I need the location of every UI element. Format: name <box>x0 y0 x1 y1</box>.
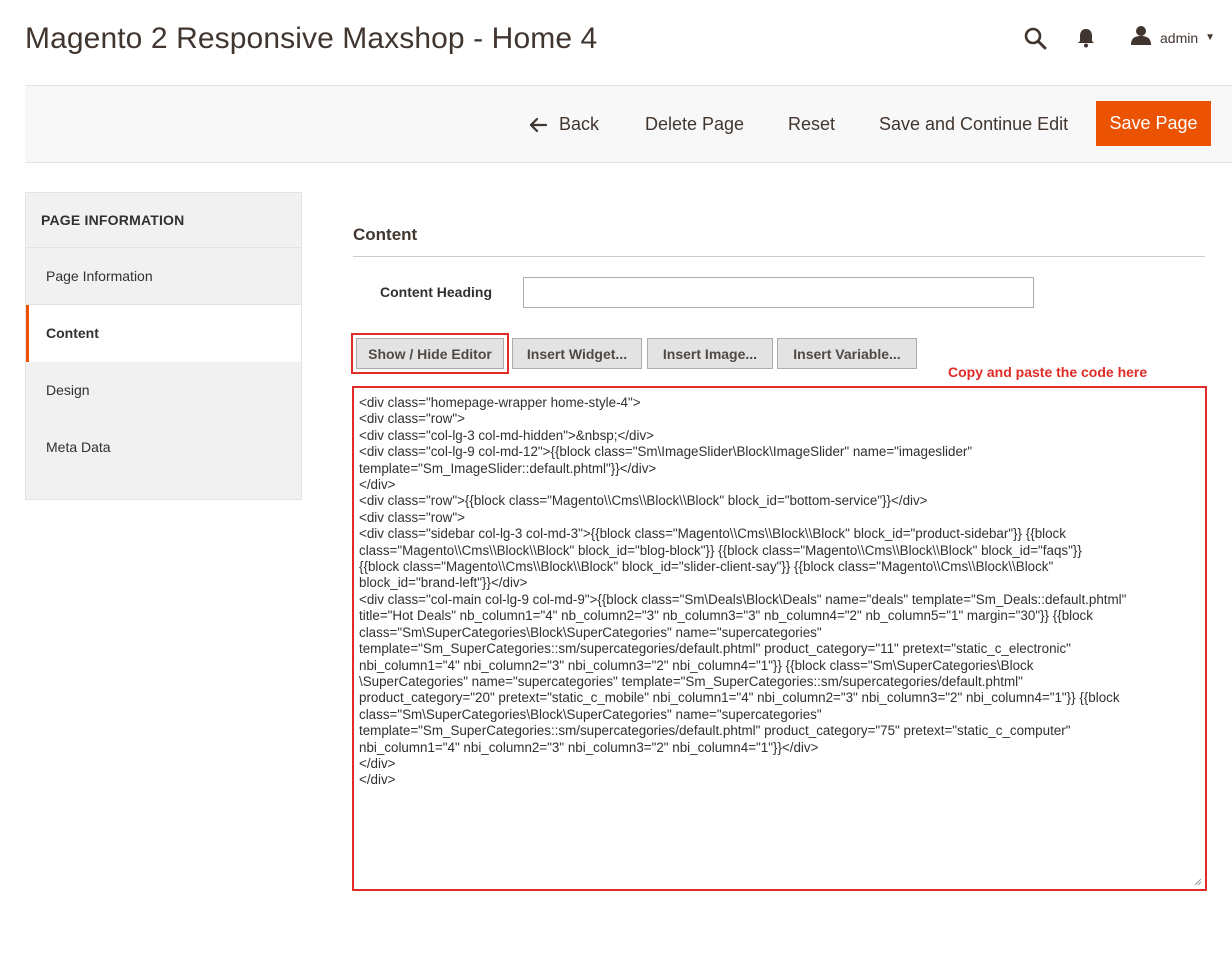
page-title: Magento 2 Responsive Maxshop - Home 4 <box>25 22 598 55</box>
code-line: product_category="20" pretext="static_c_… <box>359 690 1120 706</box>
content-textarea[interactable]: <div class="homepage-wrapper home-style-… <box>352 386 1207 891</box>
reset-button[interactable]: Reset <box>788 114 835 135</box>
sidebar-item-meta-data[interactable]: Meta Data <box>26 419 301 476</box>
back-button[interactable]: Back <box>530 114 599 135</box>
save-page-button[interactable]: Save Page <box>1096 101 1211 146</box>
code-line: <div class="col-main col-lg-9 col-md-9">… <box>359 591 1127 607</box>
code-line: <div class="col-lg-3 col-md-hidden">&nbs… <box>359 427 654 443</box>
user-name: admin <box>1160 29 1199 46</box>
sidebar-item-content[interactable]: Content <box>26 305 301 362</box>
code-text: <div class="homepage-wrapper home-style-… <box>359 395 1200 789</box>
sidebar-title: PAGE INFORMATION <box>26 193 301 248</box>
resize-handle-icon[interactable] <box>1193 877 1202 886</box>
code-line: template="Sm_SuperCategories::sm/superca… <box>359 641 1071 657</box>
back-button-label: Back <box>559 114 600 134</box>
code-line: <div class="row"> <box>359 411 465 427</box>
code-line: nbi_column1="4" nbi_column2="3" nbi_colu… <box>359 739 819 755</box>
code-line: <div class="col-lg-9 col-md-12">{{block … <box>359 444 973 460</box>
code-line: </div> <box>359 755 396 771</box>
code-line: nbi_column1="4" nbi_column2="3" nbi_colu… <box>359 657 1034 673</box>
save-and-continue-button[interactable]: Save and Continue Edit <box>879 114 1068 135</box>
user-menu[interactable]: admin ▼ <box>1130 25 1215 50</box>
code-line: title="Hot Deals" nb_column1="4" nb_colu… <box>359 608 1093 624</box>
code-line: block_id="brand-left"}}</div> <box>359 575 528 591</box>
page-actions-bar: Back Delete Page Reset Save and Continue… <box>25 85 1232 163</box>
insert-widget-button[interactable]: Insert Widget... <box>512 338 642 369</box>
search-icon[interactable] <box>1022 25 1048 51</box>
user-icon <box>1130 25 1152 50</box>
annotation-text: Copy and paste the code here <box>948 364 1148 380</box>
code-line: class="Sm\SuperCategories\Block\SuperCat… <box>359 706 822 722</box>
delete-page-button[interactable]: Delete Page <box>645 114 744 135</box>
code-line: class="Magento\\Cms\\Block\\Block" block… <box>359 542 1082 558</box>
code-line: template="Sm_ImageSlider::default.phtml"… <box>359 460 657 476</box>
code-line: <div class="row"> <box>359 509 465 525</box>
content-heading-input[interactable] <box>523 277 1034 308</box>
sidebar-nav: PAGE INFORMATION Page Information Conten… <box>25 192 302 500</box>
code-line: {{block class="Magento\\Cms\\Block\\Bloc… <box>359 559 1054 575</box>
code-line: <div class="sidebar col-lg-3 col-md-3">{… <box>359 526 1066 542</box>
bell-icon[interactable] <box>1076 27 1096 49</box>
caret-down-icon: ▼ <box>1205 32 1216 43</box>
code-line: <div class="row">{{block class="Magento\… <box>359 493 928 509</box>
code-line: </div> <box>359 477 396 493</box>
divider <box>353 256 1205 257</box>
show-hide-editor-button[interactable]: Show / Hide Editor <box>356 338 504 369</box>
sidebar-item-page-information[interactable]: Page Information <box>26 248 301 305</box>
section-title: Content <box>353 225 418 244</box>
code-line: </div> <box>359 772 396 788</box>
arrow-left-icon <box>530 117 547 132</box>
insert-variable-button[interactable]: Insert Variable... <box>777 338 917 369</box>
code-line: class="Sm\SuperCategories\Block\SuperCat… <box>359 624 822 640</box>
content-heading-label: Content Heading <box>380 284 492 300</box>
code-line: \SuperCategories" name="supercategories"… <box>359 673 1023 689</box>
code-line: <div class="homepage-wrapper home-style-… <box>359 395 641 410</box>
insert-image-button[interactable]: Insert Image... <box>647 338 773 369</box>
code-line: template="Sm_SuperCategories::sm/superca… <box>359 723 1071 739</box>
sidebar-item-design[interactable]: Design <box>26 362 301 419</box>
